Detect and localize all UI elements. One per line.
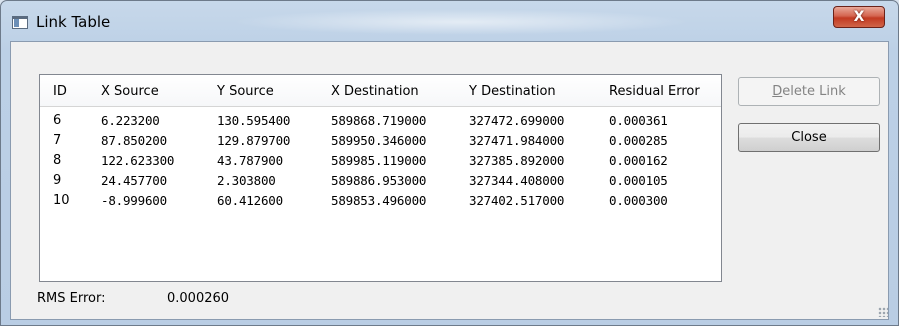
cell-x-destination: 589950.346000: [331, 133, 427, 148]
close-button[interactable]: Close: [738, 123, 880, 152]
column-header-y-source[interactable]: Y Source: [217, 84, 274, 99]
cell-y-destination: 327385.892000: [469, 153, 565, 168]
cell-x-source: 87.850200: [101, 133, 167, 148]
cell-y-destination: 327472.699000: [469, 113, 565, 128]
cell-residual-error: 0.000162: [609, 153, 668, 168]
cell-id: 9: [53, 173, 62, 188]
resize-grip-icon[interactable]: [878, 307, 888, 317]
title-bar[interactable]: Link Table X: [1, 1, 898, 41]
cell-residual-error: 0.000105: [609, 173, 668, 188]
cell-y-source: 2.303800: [217, 173, 276, 188]
cell-y-source: 129.879700: [217, 133, 291, 148]
column-header-x-destination[interactable]: X Destination: [331, 84, 419, 99]
table-row[interactable]: 7 87.850200 129.879700 589950.346000 327…: [40, 133, 721, 153]
cell-x-source: 24.457700: [101, 173, 167, 188]
cell-x-destination: 589886.953000: [331, 173, 427, 188]
column-header-x-source[interactable]: X Source: [101, 84, 159, 99]
cell-y-source: 60.412600: [217, 193, 283, 208]
cell-residual-error: 0.000300: [609, 193, 668, 208]
cell-id: 10: [53, 193, 70, 208]
cell-x-destination: 589985.119000: [331, 153, 427, 168]
cell-residual-error: 0.000285: [609, 133, 668, 148]
cell-y-source: 130.595400: [217, 113, 291, 128]
cell-id: 6: [53, 113, 62, 128]
title-bar-glow: [231, 9, 691, 35]
table-row[interactable]: 10 -8.999600 60.412600 589853.496000 327…: [40, 193, 721, 213]
close-window-button[interactable]: X: [833, 6, 885, 28]
rms-error-value: 0.000260: [167, 291, 230, 306]
dialog-client-area: ID X Source Y Source X Destination Y Des…: [10, 41, 889, 320]
cell-id: 8: [53, 153, 62, 168]
link-table[interactable]: ID X Source Y Source X Destination Y Des…: [39, 74, 722, 282]
close-icon: X: [853, 9, 865, 25]
delete-link-mnemonic: D: [772, 84, 783, 99]
cell-id: 7: [53, 133, 62, 148]
delete-link-button[interactable]: Delete Link: [738, 77, 880, 106]
table-row[interactable]: 8 122.623300 43.787900 589985.119000 327…: [40, 153, 721, 173]
column-header-y-destination[interactable]: Y Destination: [469, 84, 556, 99]
cell-x-destination: 589868.719000: [331, 113, 427, 128]
cell-y-source: 43.787900: [217, 153, 283, 168]
column-header-id[interactable]: ID: [53, 84, 67, 99]
table-row[interactable]: 6 6.223200 130.595400 589868.719000 3274…: [40, 113, 721, 133]
rms-error-label: RMS Error:: [37, 291, 106, 306]
close-button-label: Close: [791, 130, 827, 145]
cell-y-destination: 327471.984000: [469, 133, 565, 148]
cell-y-destination: 327402.517000: [469, 193, 565, 208]
link-table-window: Link Table X ID X Source Y Source X Dest…: [0, 0, 899, 326]
cell-x-destination: 589853.496000: [331, 193, 427, 208]
delete-link-label: elete Link: [782, 84, 846, 99]
column-header-residual-error[interactable]: Residual Error: [609, 84, 700, 99]
window-title: Link Table: [36, 13, 111, 31]
cell-y-destination: 327344.408000: [469, 173, 565, 188]
table-row[interactable]: 9 24.457700 2.303800 589886.953000 32734…: [40, 173, 721, 193]
cell-x-source: 6.223200: [101, 113, 160, 128]
cell-x-source: -8.999600: [101, 193, 167, 208]
cell-residual-error: 0.000361: [609, 113, 668, 128]
window-icon: [12, 16, 28, 29]
table-header: ID X Source Y Source X Destination Y Des…: [40, 75, 721, 107]
cell-x-source: 122.623300: [101, 153, 175, 168]
